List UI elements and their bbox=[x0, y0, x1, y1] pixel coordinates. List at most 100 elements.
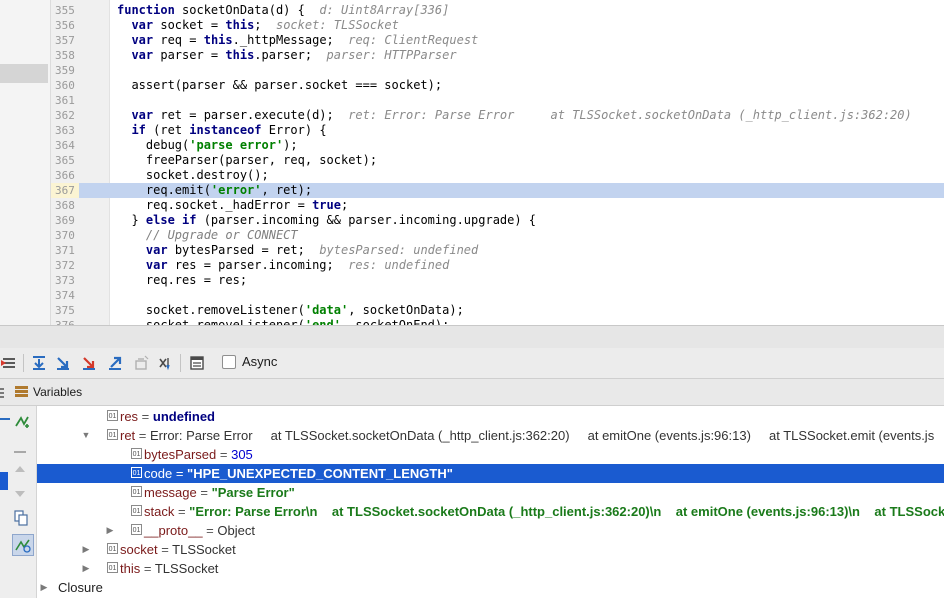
expand-arrow-icon[interactable]: ▶ bbox=[81, 559, 91, 578]
field-icon: 01 bbox=[107, 410, 118, 421]
line-number[interactable]: 368 bbox=[51, 198, 79, 213]
variable-row[interactable]: ▶ 01 __proto__ = Object bbox=[37, 521, 944, 540]
line-number[interactable]: 358 bbox=[51, 48, 79, 63]
code-line[interactable]: 356 var socket = this; socket: TLSSocket bbox=[51, 18, 944, 33]
code-line[interactable]: 374 bbox=[51, 288, 944, 303]
code-line[interactable]: 365 freeParser(parser, req, socket); bbox=[51, 153, 944, 168]
code-line[interactable]: 360 assert(parser && parser.socket === s… bbox=[51, 78, 944, 93]
run-to-cursor-icon[interactable] bbox=[156, 354, 174, 372]
line-number[interactable]: 365 bbox=[51, 153, 79, 168]
expand-arrow-icon[interactable]: ▶ bbox=[39, 578, 49, 597]
line-number[interactable]: 359 bbox=[51, 63, 79, 78]
line-number[interactable]: 355 bbox=[51, 3, 79, 18]
variable-name: stack bbox=[144, 504, 175, 519]
line-number[interactable]: 356 bbox=[51, 18, 79, 33]
variable-row[interactable]: 01 res = undefined bbox=[37, 407, 944, 426]
code-line[interactable]: 375 socket.removeListener('data', socket… bbox=[51, 303, 944, 318]
step-into-icon[interactable] bbox=[54, 354, 72, 372]
code-line[interactable]: 369 } else if (parser.incoming && parser… bbox=[51, 213, 944, 228]
frames-icon[interactable] bbox=[0, 386, 10, 404]
code-lines[interactable]: 355 function socketOnData(d) { d: Uint8Ar… bbox=[51, 3, 944, 325]
code-text: var bytesParsed = ret; bytesParsed: unde… bbox=[117, 243, 478, 258]
code-token: (ret bbox=[153, 123, 190, 137]
code-line[interactable]: 358 var parser = this.parser; parser: HT… bbox=[51, 48, 944, 63]
panel-splitter[interactable] bbox=[0, 325, 944, 349]
drop-frame-icon[interactable] bbox=[132, 354, 150, 372]
code-line[interactable]: 363 if (ret instanceof Error) { bbox=[51, 123, 944, 138]
variable-row[interactable]: 01 bytesParsed = 305 bbox=[37, 445, 944, 464]
variable-row[interactable]: 01 message = "Parse Error" bbox=[37, 483, 944, 502]
line-number[interactable]: 371 bbox=[51, 243, 79, 258]
remove-watch-icon[interactable] bbox=[14, 442, 28, 460]
variable-row[interactable]: ▼ 01 ret = Error: Parse Error at TLSSocket… bbox=[37, 426, 944, 445]
code-text: // Upgrade or CONNECT bbox=[117, 228, 298, 243]
line-number[interactable]: 360 bbox=[51, 78, 79, 93]
code-text: function socketOnData(d) { d: Uint8Array… bbox=[117, 3, 449, 18]
expand-arrow-icon[interactable]: ▶ bbox=[105, 521, 115, 540]
line-number[interactable]: 361 bbox=[51, 93, 79, 108]
new-watch-icon[interactable] bbox=[14, 414, 30, 435]
code-token: (parser.incoming && parser.incoming.upgr… bbox=[203, 213, 537, 227]
watches-toggle-icon[interactable] bbox=[12, 534, 34, 556]
line-number[interactable]: 370 bbox=[51, 228, 79, 243]
line-number[interactable]: 369 bbox=[51, 213, 79, 228]
line-number[interactable]: 364 bbox=[51, 138, 79, 153]
code-line[interactable]: 364 debug('parse error'); bbox=[51, 138, 944, 153]
code-text: socket.destroy(); bbox=[117, 168, 269, 183]
inline-debug-value: d: Uint8Array[336] bbox=[319, 3, 450, 17]
code-line[interactable]: 371 var bytesParsed = ret; bytesParsed: … bbox=[51, 243, 944, 258]
code-line[interactable]: 373 req.res = res; bbox=[51, 273, 944, 288]
step-over-icon[interactable] bbox=[30, 354, 48, 372]
code-line[interactable]: 357 var req = this._httpMessage; req: Cl… bbox=[51, 33, 944, 48]
variable-row[interactable]: 01 stack = "Error: Parse Error\n at TLSSo… bbox=[37, 502, 944, 521]
move-down-icon[interactable] bbox=[14, 486, 26, 504]
line-number[interactable]: 363 bbox=[51, 123, 79, 138]
force-step-into-icon[interactable] bbox=[80, 354, 98, 372]
variables-tree[interactable]: 01 res = undefined ▼ 01 ret = Error: Parse E… bbox=[37, 406, 944, 598]
line-number[interactable]: 362 bbox=[51, 108, 79, 123]
move-up-icon[interactable] bbox=[14, 461, 26, 479]
code-line-current[interactable]: 367 req.emit('error', ret); bbox=[51, 183, 944, 198]
variable-row[interactable]: ▶ 01 socket = TLSSocket bbox=[37, 540, 944, 559]
line-number[interactable]: 374 bbox=[51, 288, 79, 303]
collapse-arrow-icon[interactable]: ▼ bbox=[81, 426, 91, 445]
code-token: bytesParsed = ret; bbox=[174, 243, 320, 257]
debugger-side-toolbar bbox=[0, 406, 37, 598]
code-line[interactable]: 376 socket.removeListener('end', socketO… bbox=[51, 318, 944, 325]
line-number[interactable]: 372 bbox=[51, 258, 79, 273]
variable-value: 305 bbox=[231, 447, 253, 462]
line-number[interactable]: 375 bbox=[51, 303, 79, 318]
code-line[interactable]: 370 // Upgrade or CONNECT bbox=[51, 228, 944, 243]
code-text: var parser = this.parser; parser: HTTPPa… bbox=[117, 48, 456, 63]
code-token: .parser; bbox=[254, 48, 327, 62]
line-number[interactable]: 367 bbox=[51, 183, 79, 198]
variable-row[interactable]: ▶ 01 this = TLSSocket bbox=[37, 559, 944, 578]
code-line[interactable]: 368 req.socket._hadError = true; bbox=[51, 198, 944, 213]
code-line[interactable]: 372 var res = parser.incoming; res: unde… bbox=[51, 258, 944, 273]
code-line[interactable]: 355 function socketOnData(d) { d: Uint8Ar… bbox=[51, 3, 944, 18]
line-number[interactable]: 357 bbox=[51, 33, 79, 48]
async-checkbox[interactable] bbox=[222, 355, 236, 369]
expand-arrow-icon[interactable]: ▶ bbox=[81, 540, 91, 559]
line-number[interactable]: 366 bbox=[51, 168, 79, 183]
line-number[interactable]: 373 bbox=[51, 273, 79, 288]
evaluate-expression-icon[interactable] bbox=[188, 354, 206, 372]
code-token: ; bbox=[254, 18, 276, 32]
code-line[interactable]: 362 var ret = parser.execute(d); ret: Er… bbox=[51, 108, 944, 123]
code-token: ); bbox=[283, 138, 298, 152]
code-line[interactable]: 359 bbox=[51, 63, 944, 78]
code-line[interactable]: 361 bbox=[51, 93, 944, 108]
variable-name: message bbox=[144, 485, 197, 500]
step-out-icon[interactable] bbox=[106, 354, 124, 372]
equals-sign: = bbox=[216, 447, 232, 462]
code-line[interactable]: 366 socket.destroy(); bbox=[51, 168, 944, 183]
code-editor[interactable]: 355 function socketOnData(d) { d: Uint8Ar… bbox=[0, 0, 944, 325]
show-execution-point-icon[interactable] bbox=[0, 354, 18, 372]
variable-row[interactable]: ▶ Closure bbox=[37, 578, 944, 597]
copy-icon[interactable] bbox=[14, 510, 28, 531]
code-token: true bbox=[312, 198, 341, 212]
line-number[interactable]: 376 bbox=[51, 318, 79, 325]
debug-toolbar bbox=[0, 348, 944, 379]
variable-row-selected[interactable]: 01 code = "HPE_UNEXPECTED_CONTENT_LENGTH" bbox=[37, 464, 944, 483]
